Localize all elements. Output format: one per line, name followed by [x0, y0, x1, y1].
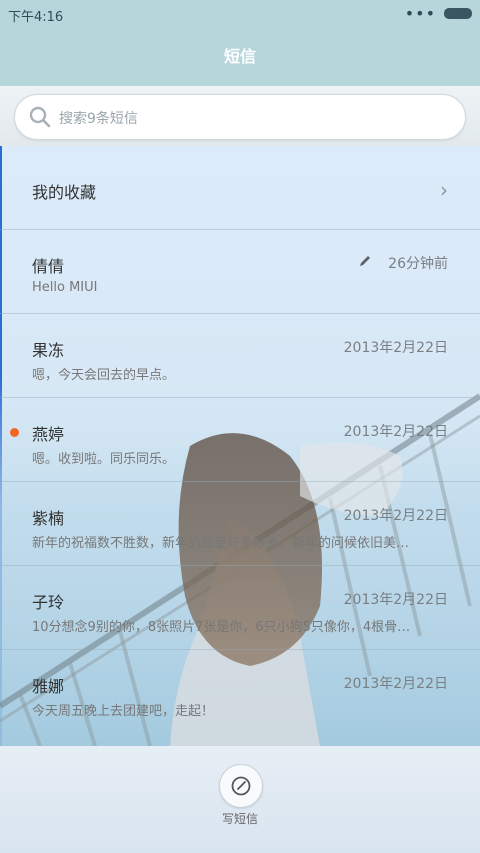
message-time: 2013年2月22日 — [343, 424, 448, 440]
search-area: 搜索9条短信 — [0, 86, 480, 146]
contact-name: 果冻 — [32, 341, 65, 360]
message-preview: 嗯，今天会回去的早点。 — [32, 368, 176, 383]
signal-dots-icon: ••• — [404, 4, 436, 23]
message-preview: 10分想念9别的你，8张照片7张是你，6只小狗5只像你，4根骨… — [32, 620, 411, 635]
contact-name: 倩倩 — [32, 257, 65, 276]
title-bar: 短信 — [0, 28, 480, 86]
bottom-bar: 写短信 — [0, 746, 480, 853]
message-time: 2013年2月22日 — [343, 676, 448, 692]
unread-dot-icon — [10, 428, 19, 437]
contact-name: 燕婷 — [32, 425, 65, 444]
search-placeholder: 搜索9条短信 — [59, 111, 138, 127]
search-icon — [29, 106, 51, 128]
message-time: 2013年2月22日 — [343, 340, 448, 356]
contact-name: 紫楠 — [32, 509, 65, 528]
conversation-list[interactable]: 我的收藏 › 倩倩 26分钟前 Hello MIUI 果冻 2013年2月22日… — [0, 146, 480, 746]
status-bar: 下午4:16 ••• — [0, 0, 480, 28]
pencil-icon — [360, 256, 370, 266]
message-time: 26分钟前 — [388, 256, 448, 272]
battery-icon — [444, 8, 472, 19]
message-preview: 今天周五晚上去团建吧，走起！ — [32, 704, 215, 719]
message-preview: Hello MIUI — [32, 280, 98, 295]
compose-label[interactable]: 写短信 — [0, 810, 480, 827]
favorites-label: 我的收藏 — [32, 183, 97, 202]
contact-name: 子玲 — [32, 593, 65, 612]
chevron-right-icon: › — [440, 178, 448, 202]
compose-button[interactable] — [219, 764, 263, 808]
message-time: 2013年2月22日 — [343, 508, 448, 524]
conversation-item[interactable]: 果冻 2013年2月22日 嗯，今天会回去的早点。 — [0, 314, 480, 398]
conversation-item[interactable]: 倩倩 26分钟前 Hello MIUI — [0, 230, 480, 314]
conversation-item[interactable]: 雅娜 2013年2月22日 今天周五晚上去团建吧，走起！ — [0, 650, 480, 734]
status-time: 下午4:16 — [8, 10, 64, 25]
search-input[interactable]: 搜索9条短信 — [14, 94, 466, 140]
conversation-item[interactable]: 燕婷 2013年2月22日 嗯。收到啦。同乐同乐。 — [0, 398, 480, 482]
message-time: 2013年2月22日 — [343, 592, 448, 608]
conversation-item[interactable]: 子玲 2013年2月22日 10分想念9别的你，8张照片7张是你，6只小狗5只像… — [0, 566, 480, 650]
message-preview: 新年的祝福数不胜数，新年的愿望好多好多，新年的问候依旧美… — [32, 536, 410, 551]
contact-name: 雅娜 — [32, 677, 65, 696]
compose-icon — [231, 776, 251, 796]
message-preview: 嗯。收到啦。同乐同乐。 — [32, 452, 176, 467]
favorites-row[interactable]: 我的收藏 › — [0, 146, 480, 230]
page-title: 短信 — [223, 47, 256, 66]
conversation-item[interactable]: 紫楠 2013年2月22日 新年的祝福数不胜数，新年的愿望好多好多，新年的问候依… — [0, 482, 480, 566]
